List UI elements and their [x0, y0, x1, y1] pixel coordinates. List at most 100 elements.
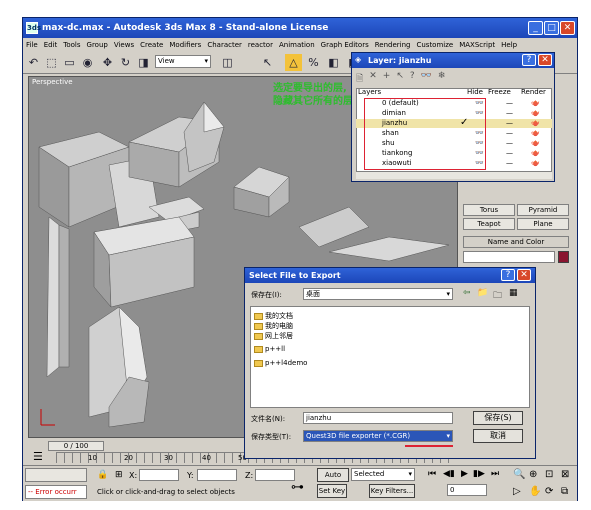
- render-icon[interactable]: 🫖: [531, 119, 540, 127]
- render-icon[interactable]: 🫖: [531, 129, 540, 137]
- auto-key-button[interactable]: Auto Key: [317, 468, 349, 491]
- menu-file[interactable]: File: [23, 41, 41, 49]
- move-icon[interactable]: ✥: [99, 54, 116, 71]
- selection-set-dropdown[interactable]: Selected ▾: [351, 468, 415, 481]
- save-in-dropdown[interactable]: 桌面 ▾: [303, 288, 453, 300]
- go-to-start-icon[interactable]: ⏮: [428, 469, 436, 479]
- menu-graph-editors[interactable]: Graph Editors: [318, 41, 372, 49]
- render-icon[interactable]: 🫖: [531, 99, 540, 107]
- export-close-button[interactable]: ✕: [517, 269, 531, 281]
- add-to-layer-icon[interactable]: +: [383, 71, 391, 85]
- teapot-button[interactable]: Teapot: [463, 218, 515, 230]
- key-icon[interactable]: ⊶: [291, 480, 304, 495]
- set-key-button[interactable]: Set Key: [317, 484, 347, 498]
- maxscript-listener[interactable]: [25, 468, 87, 482]
- time-slider[interactable]: 0 / 100: [48, 441, 104, 451]
- column-freeze[interactable]: Freeze: [488, 88, 511, 96]
- pyramid-button[interactable]: Pyramid: [517, 204, 569, 216]
- scale-icon[interactable]: ◨: [135, 54, 152, 71]
- zoom-icon[interactable]: 🔍: [513, 469, 525, 480]
- z-coordinate-field[interactable]: [255, 469, 295, 481]
- current-frame-field[interactable]: 0: [447, 484, 487, 496]
- pan-icon[interactable]: ✋: [529, 486, 541, 497]
- column-hide[interactable]: Hide: [467, 88, 483, 96]
- menu-character[interactable]: Character: [204, 41, 245, 49]
- field-of-view-icon[interactable]: ▷: [513, 486, 521, 497]
- next-frame-icon[interactable]: ▮▶: [473, 469, 485, 479]
- go-to-end-icon[interactable]: ⏭: [491, 469, 499, 479]
- back-icon[interactable]: ⇦: [463, 288, 471, 298]
- track-bar-toggle-icon[interactable]: ☰: [33, 450, 43, 463]
- percent-snap-icon[interactable]: %: [305, 54, 322, 71]
- angle-snap-icon[interactable]: △: [285, 54, 302, 71]
- spinner-snap-icon[interactable]: ◧: [325, 54, 342, 71]
- object-name-field[interactable]: [463, 251, 555, 263]
- play-icon[interactable]: ▶: [461, 469, 468, 479]
- menu-views[interactable]: Views: [111, 41, 137, 49]
- hide-all-icon[interactable]: 👓: [421, 71, 432, 85]
- render-icon[interactable]: 🫖: [531, 109, 540, 117]
- arc-rotate-icon[interactable]: ⟳: [545, 486, 553, 497]
- zoom-extents-all-icon[interactable]: ⊠: [561, 469, 569, 480]
- select-region-icon[interactable]: ▭: [61, 54, 78, 71]
- filename-input[interactable]: jianzhu: [303, 412, 453, 424]
- menu-reactor[interactable]: reactor: [245, 41, 276, 49]
- menu-tools[interactable]: Tools: [60, 41, 83, 49]
- freeze-all-icon[interactable]: ❄: [438, 71, 446, 85]
- plane-button[interactable]: Plane: [517, 218, 569, 230]
- select-icon[interactable]: ⬚: [43, 54, 60, 71]
- horizontal-scrollbar[interactable]: [356, 171, 552, 179]
- render-icon[interactable]: 🫖: [531, 139, 540, 147]
- name-and-color-rollout[interactable]: Name and Color: [463, 236, 569, 248]
- list-item[interactable]: 网上邻居: [254, 331, 293, 341]
- pivot-icon[interactable]: ◫: [219, 54, 236, 71]
- list-item[interactable]: 我的电脑: [254, 321, 293, 331]
- menu-create[interactable]: Create: [137, 41, 166, 49]
- select-objects-icon[interactable]: ↖: [396, 71, 404, 85]
- render-icon[interactable]: 🫖: [531, 149, 540, 157]
- save-button[interactable]: 保存(S): [473, 411, 523, 425]
- zoom-all-icon[interactable]: ⊕: [529, 469, 537, 480]
- x-coordinate-field[interactable]: [139, 469, 179, 481]
- snap-icon[interactable]: ↖: [259, 54, 276, 71]
- freeze-toggle[interactable]: —: [506, 159, 513, 167]
- new-folder-icon[interactable]: 🗀: [493, 288, 502, 304]
- layers-close-button[interactable]: ✕: [538, 54, 552, 66]
- menu-help[interactable]: Help: [498, 41, 520, 49]
- column-render[interactable]: Render: [521, 88, 546, 96]
- menu-maxscript[interactable]: MAXScript: [456, 41, 498, 49]
- help-button[interactable]: ?: [522, 54, 536, 66]
- new-layer-icon[interactable]: 🗎: [356, 71, 363, 85]
- list-item[interactable]: 我的文档: [254, 311, 293, 321]
- undo-icon[interactable]: ↶: [25, 54, 42, 71]
- menu-edit[interactable]: Edit: [41, 41, 61, 49]
- lock-icon[interactable]: 🔒: [97, 470, 108, 480]
- list-item[interactable]: p++ll: [254, 345, 285, 353]
- export-help-button[interactable]: ?: [501, 269, 515, 281]
- delete-layer-icon[interactable]: ✕: [369, 71, 377, 85]
- rotate-icon[interactable]: ↻: [117, 54, 134, 71]
- column-layers[interactable]: Layers: [358, 88, 381, 96]
- menu-group[interactable]: Group: [84, 41, 111, 49]
- maximize-viewport-icon[interactable]: ⧉: [561, 486, 568, 497]
- freeze-toggle[interactable]: —: [506, 99, 513, 107]
- absolute-mode-icon[interactable]: ⊞: [115, 470, 123, 480]
- highlight-layer-icon[interactable]: ?: [410, 71, 415, 85]
- cancel-button[interactable]: 取消: [473, 429, 523, 443]
- freeze-toggle[interactable]: —: [506, 139, 513, 147]
- torus-button[interactable]: Torus: [463, 204, 515, 216]
- reference-coordinate-dropdown[interactable]: View ▾: [155, 55, 211, 68]
- maximize-button[interactable]: □: [544, 21, 559, 35]
- freeze-toggle[interactable]: —: [506, 109, 513, 117]
- freeze-toggle[interactable]: —: [506, 149, 513, 157]
- up-folder-icon[interactable]: 📁: [477, 288, 488, 298]
- zoom-extents-icon[interactable]: ⊡: [545, 469, 553, 480]
- select-by-name-icon[interactable]: ◉: [79, 54, 96, 71]
- close-button[interactable]: ✕: [560, 21, 575, 35]
- freeze-toggle[interactable]: —: [506, 119, 513, 127]
- menu-animation[interactable]: Animation: [276, 41, 318, 49]
- view-menu-icon[interactable]: ▦: [509, 288, 518, 298]
- list-item[interactable]: p++l4demo: [254, 359, 307, 367]
- object-color-swatch[interactable]: [558, 251, 569, 263]
- menu-customize[interactable]: Customize: [413, 41, 456, 49]
